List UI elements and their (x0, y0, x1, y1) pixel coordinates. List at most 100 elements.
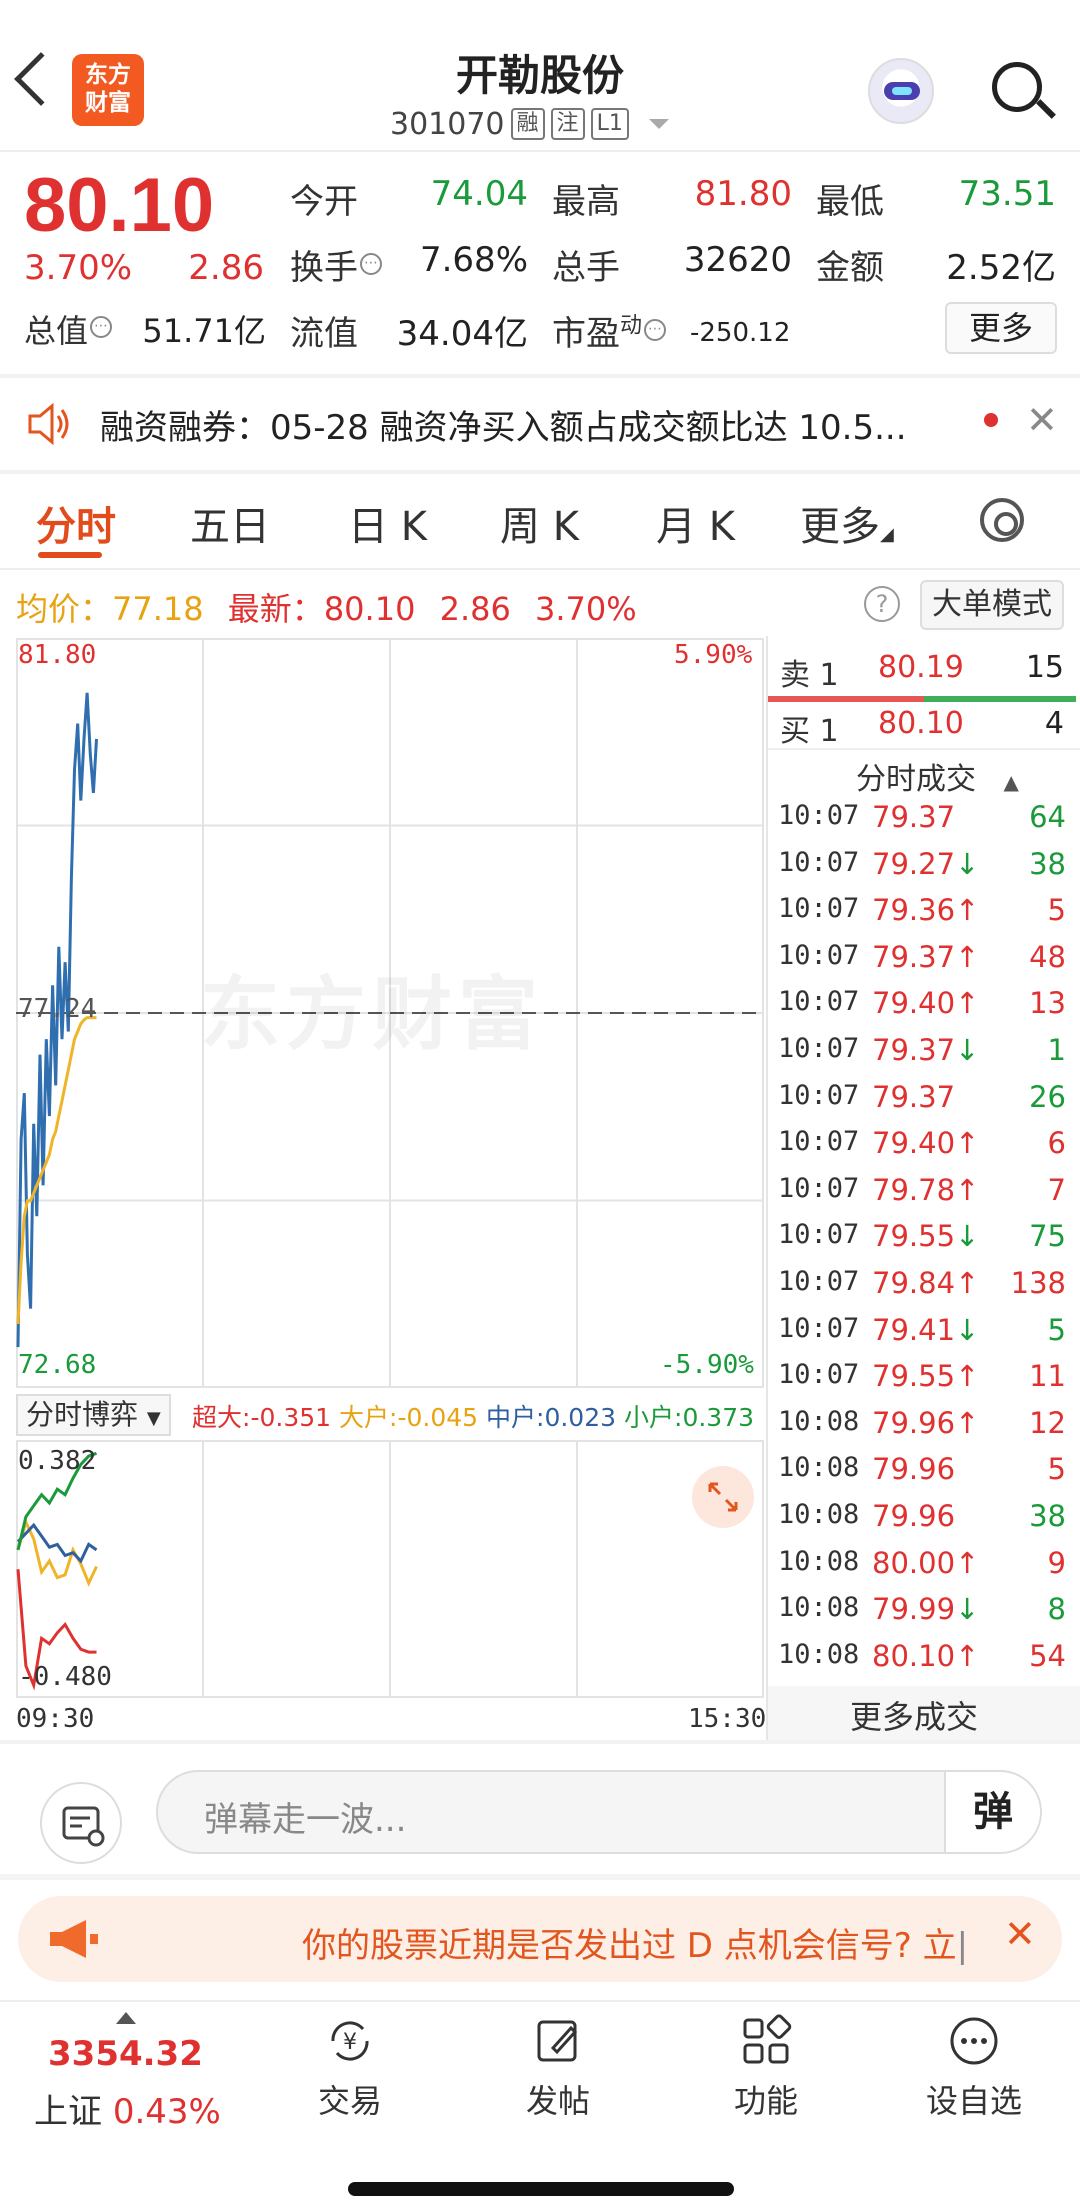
trade-price: 79.40↑ (872, 986, 979, 1020)
nav-add-watchlist[interactable]: 设自选 (894, 2014, 1054, 2122)
help-icon[interactable]: ? (864, 586, 900, 622)
trade-row: 10:08 79.96↑ 12 (778, 1406, 1068, 1452)
trade-volume: 8 (1047, 1592, 1066, 1627)
trade-time: 10:07 (778, 1172, 860, 1204)
svg-text:¥: ¥ (343, 2030, 357, 2055)
index-change: 0.43% (112, 2092, 221, 2132)
more-dots-icon (950, 2017, 998, 2065)
trade-arrow-icon: ↓ (955, 1219, 980, 1254)
home-indicator (348, 2182, 734, 2196)
latest-change-pct: 3.70% (535, 590, 637, 628)
stock-code-row[interactable]: 301070 融 注 L1 (390, 105, 669, 143)
latest-change: 2.86 (439, 590, 511, 628)
trade-arrow-icon: ↓ (955, 1312, 980, 1347)
robot-assistant-icon[interactable] (868, 58, 934, 124)
trade-volume: 1 (1047, 1033, 1066, 1067)
nav-trade[interactable]: ¥ 交易 (270, 2014, 430, 2122)
promo-banner[interactable]: 你的股票近期是否发出过 D 点机会信号? 立| ✕ (18, 1896, 1062, 1982)
chart-grid (16, 1440, 764, 1698)
chevron-down-icon: ◢ (880, 524, 894, 545)
nav-add-watchlist-label: 设自选 (925, 2082, 1022, 2120)
nav-post[interactable]: 发帖 (478, 2014, 638, 2122)
order-flow-legend: 分时博弈 ▼ 超大:-0.351 大户:-0.045 中户:0.023 小户:0… (16, 1394, 764, 1438)
trade-price-value: 79.78 (872, 1172, 956, 1207)
promo-text-main: 你的股票近期是否发出过 D 点机会信号? (302, 1926, 912, 1966)
trade-price: 79.37↑ (872, 940, 979, 974)
big-order-mode-button[interactable]: 大单模式 (920, 580, 1064, 630)
tab-daily-k[interactable]: 日 K (348, 494, 427, 552)
trade-volume: 54 (1029, 1638, 1066, 1673)
header: 东方 财富 开勒股份 301070 融 注 L1 (0, 0, 1080, 150)
trade-time: 10:07 (778, 1126, 860, 1158)
avg-value: 77.18 (112, 590, 204, 628)
close-icon[interactable]: ✕ (1026, 398, 1058, 442)
trade-price-value: 79.96 (872, 1499, 956, 1533)
sort-up-icon: ▲ (1003, 770, 1019, 794)
margin-notice[interactable]: 融资融券：05-28 融资净买入额占成交额比达 10.5... (0, 378, 1080, 470)
trade-row: 10:07 79.41↓ 5 (778, 1313, 1068, 1359)
trade-row: 10:08 80.10↑ 54 (778, 1639, 1068, 1685)
more-trades-button[interactable]: 更多成交 (850, 1692, 978, 1738)
bid-bar (924, 696, 1076, 702)
danmaku-settings-icon (62, 1806, 105, 1847)
trade-price: 79.37↓ (872, 1033, 979, 1067)
info-icon[interactable]: ⋯ (360, 253, 382, 275)
danmaku-settings-button[interactable] (40, 1782, 122, 1864)
x-start-label: 09:30 (16, 1704, 95, 1734)
index-value[interactable]: 3354.32 (48, 2034, 203, 2074)
trade-row: 10:07 79.84↑ 138 (778, 1266, 1068, 1312)
trade-time: 10:07 (778, 1359, 860, 1391)
chevron-down-icon: ▼ (146, 1408, 161, 1429)
flow-dropdown[interactable]: 分时博弈 ▼ (16, 1394, 171, 1436)
y-max-label: 81.80 (18, 640, 97, 670)
open-label: 今开 (290, 182, 358, 222)
float-value: 34.04亿 (396, 314, 528, 354)
avg-label: 均价： (16, 590, 113, 628)
danmaku-toggle-button[interactable]: 弹 (944, 1772, 1040, 1852)
trade-arrow-icon: ↑ (955, 1638, 980, 1673)
trade-volume: 11 (1029, 1359, 1066, 1394)
bid-price: 80.10 (878, 706, 964, 741)
order-flow-chart[interactable] (16, 1440, 764, 1698)
trade-price-value: 79.55 (872, 1359, 956, 1394)
expand-button[interactable] (692, 1466, 754, 1528)
expand-up-icon[interactable] (116, 2012, 136, 2024)
nav-functions[interactable]: 功能 (686, 2014, 846, 2122)
tab-monthly-k[interactable]: 月 K (656, 494, 735, 552)
series-medium-line (16, 1522, 98, 1564)
trade-price: 79.78↑ (872, 1173, 979, 1207)
tab-more[interactable]: 更多◢ (800, 494, 894, 552)
more-button[interactable]: 更多 (945, 302, 1057, 354)
trade-price: 79.96 (872, 1452, 955, 1486)
trade-row: 10:07 79.78↑ 7 (778, 1173, 1068, 1219)
trade-price: 79.55↑ (872, 1359, 979, 1393)
trade-row: 10:08 79.96 5 (778, 1452, 1068, 1498)
search-icon[interactable] (992, 62, 1042, 112)
pct-max-label: 5.90% (674, 640, 753, 670)
info-icon[interactable]: ⋯ (90, 316, 113, 338)
trade-price: 79.55↓ (872, 1219, 979, 1253)
tab-five-day[interactable]: 五日 (190, 494, 270, 552)
trade-price: 79.40↑ (872, 1126, 979, 1160)
gear-icon[interactable] (980, 498, 1024, 542)
trade-price-value: 79.84 (872, 1266, 956, 1300)
index-label[interactable]: 上证 0.43% (34, 2084, 221, 2133)
danmaku-input[interactable]: 弹幕走一波... 弹 (156, 1770, 1042, 1854)
bid-label: 买 1 (780, 714, 839, 749)
info-icon[interactable]: ⋯ (644, 319, 667, 341)
trade-arrow-icon: ↑ (955, 893, 980, 928)
trade-volume: 26 (1029, 1079, 1066, 1114)
trade-arrow-icon: ↑ (955, 1405, 980, 1440)
legend-small: 小户:0.373 (623, 1403, 755, 1432)
trade-price: 79.36↑ (872, 893, 979, 927)
trade-volume: 5 (1047, 893, 1066, 928)
trade-price-value: 79.27 (872, 846, 956, 881)
tab-weekly-k[interactable]: 周 K (500, 494, 579, 552)
chevron-down-icon[interactable] (648, 119, 669, 129)
close-icon[interactable]: ✕ (1004, 1912, 1036, 1956)
trade-time: 10:08 (778, 1452, 860, 1484)
y-min-label: 72.68 (18, 1350, 97, 1380)
legend-value: 0.023 (544, 1403, 617, 1432)
tab-intraday[interactable]: 分时 (36, 494, 116, 552)
trades-title[interactable]: 分时成交 ▲ (856, 754, 1019, 798)
